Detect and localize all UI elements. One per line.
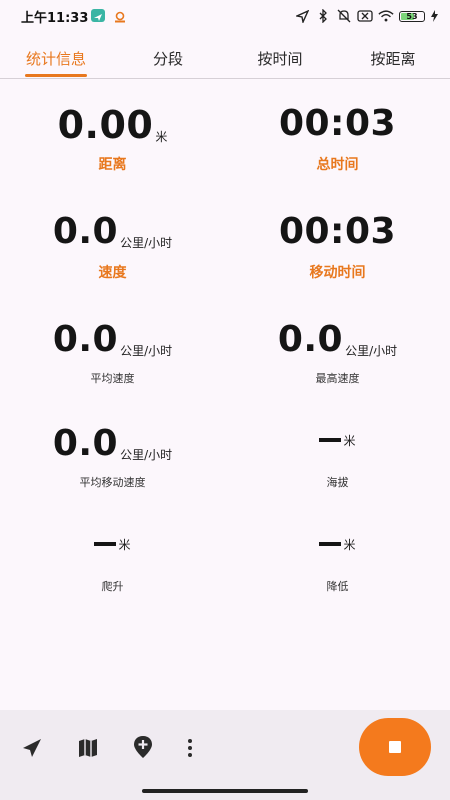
distance-unit: 米 (155, 130, 168, 144)
tab-segments[interactable]: 分段 (112, 38, 224, 78)
avg-speed-label: 平均速度 (90, 372, 135, 385)
avg-moving-speed-value: 0.0 (52, 423, 119, 464)
tab-indicator (25, 74, 87, 77)
avg-speed-value: 0.0 (52, 319, 119, 360)
altitude-unit: 米 (343, 434, 356, 448)
tab-by-time[interactable]: 按时间 (224, 38, 336, 78)
status-bar: 上午11:33 53 (0, 0, 450, 32)
add-location-icon[interactable] (131, 735, 155, 759)
tab-by-distance[interactable]: 按距离 (336, 38, 450, 78)
max-speed-value: 0.0 (277, 319, 344, 360)
app-notification-icon (114, 9, 126, 23)
navigation-arrow-icon[interactable] (20, 736, 44, 760)
altitude-label: 海拔 (326, 476, 349, 489)
climb-unit: 米 (118, 538, 131, 552)
bluetooth-icon (315, 8, 331, 24)
location-icon (294, 8, 310, 24)
stop-recording-button[interactable] (359, 718, 431, 776)
max-speed-unit: 公里/小时 (345, 344, 398, 358)
avg-speed-unit: 公里/小时 (120, 344, 173, 358)
avg-moving-speed-label: 平均移动速度 (79, 476, 146, 489)
charging-icon (430, 8, 438, 24)
total-time-label: 总时间 (316, 157, 359, 173)
avg-moving-speed-unit: 公里/小时 (120, 448, 173, 462)
wifi-icon (378, 8, 394, 24)
speed-label: 速度 (98, 265, 127, 281)
altitude-empty-value (319, 438, 342, 442)
tab-statistics[interactable]: 统计信息 (0, 38, 112, 78)
distance-label: 距离 (98, 157, 127, 173)
climb-label: 爬升 (101, 580, 124, 593)
speed-value: 0.0 (52, 211, 119, 252)
tab-bar: 统计信息 分段 按时间 按距离 (0, 38, 450, 79)
no-sim-icon (357, 8, 373, 24)
speed-unit: 公里/小时 (120, 236, 173, 250)
descent-empty-value (319, 542, 342, 546)
descent-unit: 米 (343, 538, 356, 552)
descent-label: 降低 (326, 580, 349, 593)
battery-icon: 53 (399, 10, 425, 22)
home-indicator[interactable] (142, 789, 308, 793)
moving-time-value: 00:03 (278, 211, 397, 252)
map-icon[interactable] (76, 736, 100, 760)
mute-icon (336, 8, 352, 24)
moving-time-label: 移动时间 (309, 265, 366, 281)
battery-level: 53 (406, 11, 418, 21)
stop-icon (389, 741, 401, 753)
climb-empty-value (94, 542, 117, 546)
status-time: 上午11:33 (21, 11, 89, 26)
more-vert-icon[interactable] (178, 736, 202, 760)
total-time-value: 00:03 (278, 103, 397, 144)
distance-value: 0.00 (57, 103, 154, 147)
max-speed-label: 最高速度 (315, 372, 360, 385)
telegram-notification-icon (91, 9, 105, 22)
